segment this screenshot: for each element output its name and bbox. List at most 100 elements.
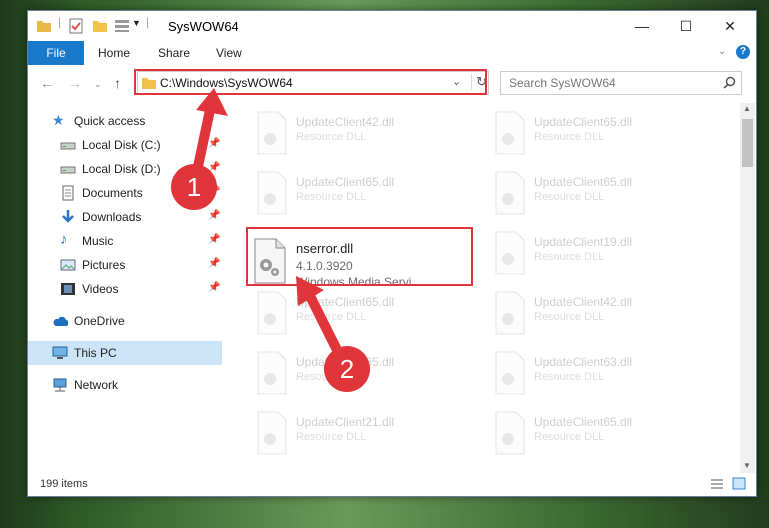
customize-icon[interactable] xyxy=(114,18,130,34)
dropdown-arrow-icon[interactable]: ▼ xyxy=(132,18,141,28)
file-tab[interactable]: File xyxy=(28,41,84,65)
file-description: Resource DLL xyxy=(534,431,605,443)
file-description: Resource DLL xyxy=(534,371,605,383)
file-item[interactable]: UpdateClient65.dll Resource DLL xyxy=(486,409,716,465)
file-name: UpdateClient63.dll xyxy=(534,355,633,369)
dll-file-icon xyxy=(257,291,287,335)
videos-icon xyxy=(61,283,75,295)
tab-share[interactable]: Share xyxy=(158,46,190,60)
back-arrow-icon[interactable]: ← xyxy=(40,75,54,91)
recent-locations-icon[interactable]: ⌄ xyxy=(94,79,102,90)
separator: | xyxy=(58,15,62,29)
sidebar-item-label: Local Disk (D:) xyxy=(82,162,161,176)
sidebar-item-this-pc[interactable]: This PC xyxy=(28,341,222,365)
dll-file-icon xyxy=(495,291,525,335)
file-description: Resource DLL xyxy=(296,431,367,443)
file-description: Resource DLL xyxy=(296,191,367,203)
sidebar-item-onedrive[interactable]: OneDrive xyxy=(28,309,222,333)
file-description: Resource DLL xyxy=(534,131,605,143)
scroll-down-icon[interactable]: ▼ xyxy=(743,461,751,470)
folder-icon xyxy=(37,21,51,32)
dll-file-icon xyxy=(495,111,525,155)
close-button[interactable]: ✕ xyxy=(708,11,752,41)
search-box[interactable]: Search SysWOW64 xyxy=(500,71,742,95)
dll-file-icon xyxy=(257,111,287,155)
sidebar-item-pictures[interactable]: Pictures 📌 xyxy=(28,253,222,277)
step-1-badge: 1 xyxy=(171,164,217,210)
properties-icon[interactable] xyxy=(68,18,84,34)
search-icon[interactable] xyxy=(723,76,736,89)
sidebar-item-label: Pictures xyxy=(82,258,126,272)
sidebar-item-videos[interactable]: Videos 📌 xyxy=(28,277,222,301)
help-icon[interactable]: ? xyxy=(736,45,750,59)
file-name: UpdateClient42.dll xyxy=(534,295,633,309)
file-name: UpdateClient42.dll xyxy=(296,115,395,129)
sidebar-item-music[interactable]: ♪ Music 📌 xyxy=(28,229,222,253)
scroll-up-icon[interactable]: ▲ xyxy=(743,104,751,113)
step-2-badge: 2 xyxy=(324,346,370,392)
file-description: Resource DLL xyxy=(296,131,367,143)
file-name: UpdateClient65.dll xyxy=(534,115,633,129)
sidebar-item-label: Local Disk (C:) xyxy=(82,138,161,152)
up-arrow-icon[interactable]: ↑ xyxy=(114,75,121,91)
file-name: UpdateClient65.dll xyxy=(296,175,395,189)
file-item[interactable]: UpdateClient65.dll Resource DLL xyxy=(486,169,716,225)
item-count: 199 items xyxy=(40,478,88,490)
expand-ribbon-icon[interactable]: ⌄ xyxy=(718,46,726,57)
network-icon xyxy=(53,378,67,392)
dll-file-icon xyxy=(257,411,287,455)
file-highlight xyxy=(246,227,473,286)
dll-file-icon xyxy=(495,231,525,275)
file-name: UpdateClient65.dll xyxy=(296,295,395,309)
download-icon xyxy=(62,210,74,223)
file-item[interactable]: UpdateClient42.dll Resource DLL xyxy=(486,289,716,345)
sidebar-item-label: Music xyxy=(82,234,114,248)
file-item[interactable]: UpdateClient63.dll Resource DLL xyxy=(486,349,716,405)
sidebar-item-label: This PC xyxy=(74,346,117,360)
window-title: SysWOW64 xyxy=(168,19,239,34)
file-item[interactable]: UpdateClient21.dll Resource DLL xyxy=(248,409,478,465)
minimize-button[interactable]: — xyxy=(620,11,664,41)
dll-file-icon xyxy=(495,411,525,455)
new-folder-icon[interactable] xyxy=(92,18,108,34)
file-item[interactable]: UpdateClient65.dll Resource DLL xyxy=(248,289,478,345)
file-name: UpdateClient65.dll xyxy=(534,415,633,429)
details-view-icon[interactable] xyxy=(710,478,724,490)
sidebar-item-label: Downloads xyxy=(82,210,142,224)
file-item[interactable]: UpdateClient19.dll Resource DLL xyxy=(486,229,716,285)
pin-icon: 📌 xyxy=(208,282,221,293)
file-name: UpdateClient65.dll xyxy=(534,175,633,189)
ribbon-tabs: File Home Share View ⌄ ? xyxy=(28,41,756,67)
vertical-scrollbar[interactable]: ▲ ▼ xyxy=(740,103,755,473)
tab-home[interactable]: Home xyxy=(98,46,130,60)
sidebar-item-label: Network xyxy=(74,378,119,392)
navigation-pane: ★ Quick access Local Disk (C:) 📌 Local D… xyxy=(28,103,222,473)
sidebar-item-label: Documents xyxy=(82,186,143,200)
maximize-button[interactable]: ☐ xyxy=(664,11,708,41)
title-bar: | ▼ | SysWOW64 — ☐ ✕ xyxy=(28,11,756,41)
sidebar-item-network[interactable]: Network xyxy=(28,373,222,397)
file-description: Resource DLL xyxy=(534,251,605,263)
file-description: Resource DLL xyxy=(296,311,367,323)
sidebar-item-local-disk-c[interactable]: Local Disk (C:) 📌 xyxy=(28,133,222,157)
documents-icon xyxy=(62,185,74,201)
file-item[interactable]: UpdateClient65.dll Resource DLL xyxy=(248,169,478,225)
sidebar-item-label: OneDrive xyxy=(74,314,125,328)
sidebar-item-quick-access[interactable]: ★ Quick access xyxy=(28,109,222,133)
dll-file-icon xyxy=(495,351,525,395)
computer-icon xyxy=(52,346,68,359)
tab-view[interactable]: View xyxy=(216,46,242,60)
scrollbar-thumb[interactable] xyxy=(742,119,753,167)
forward-arrow-icon[interactable]: → xyxy=(68,75,82,91)
dll-file-icon xyxy=(257,171,287,215)
file-item[interactable]: UpdateClient65.dll Resource DLL xyxy=(486,109,716,165)
pin-icon: 📌 xyxy=(208,138,221,149)
file-item[interactable]: UpdateClient42.dll Resource DLL xyxy=(248,109,478,165)
status-bar: 199 items xyxy=(28,473,756,496)
sidebar-item-label: Quick access xyxy=(74,114,146,128)
search-input[interactable]: Search SysWOW64 xyxy=(509,76,616,90)
large-icons-view-icon[interactable] xyxy=(732,477,746,490)
file-name: UpdateClient21.dll xyxy=(296,415,395,429)
cloud-icon xyxy=(53,316,68,326)
dll-file-icon xyxy=(257,351,287,395)
